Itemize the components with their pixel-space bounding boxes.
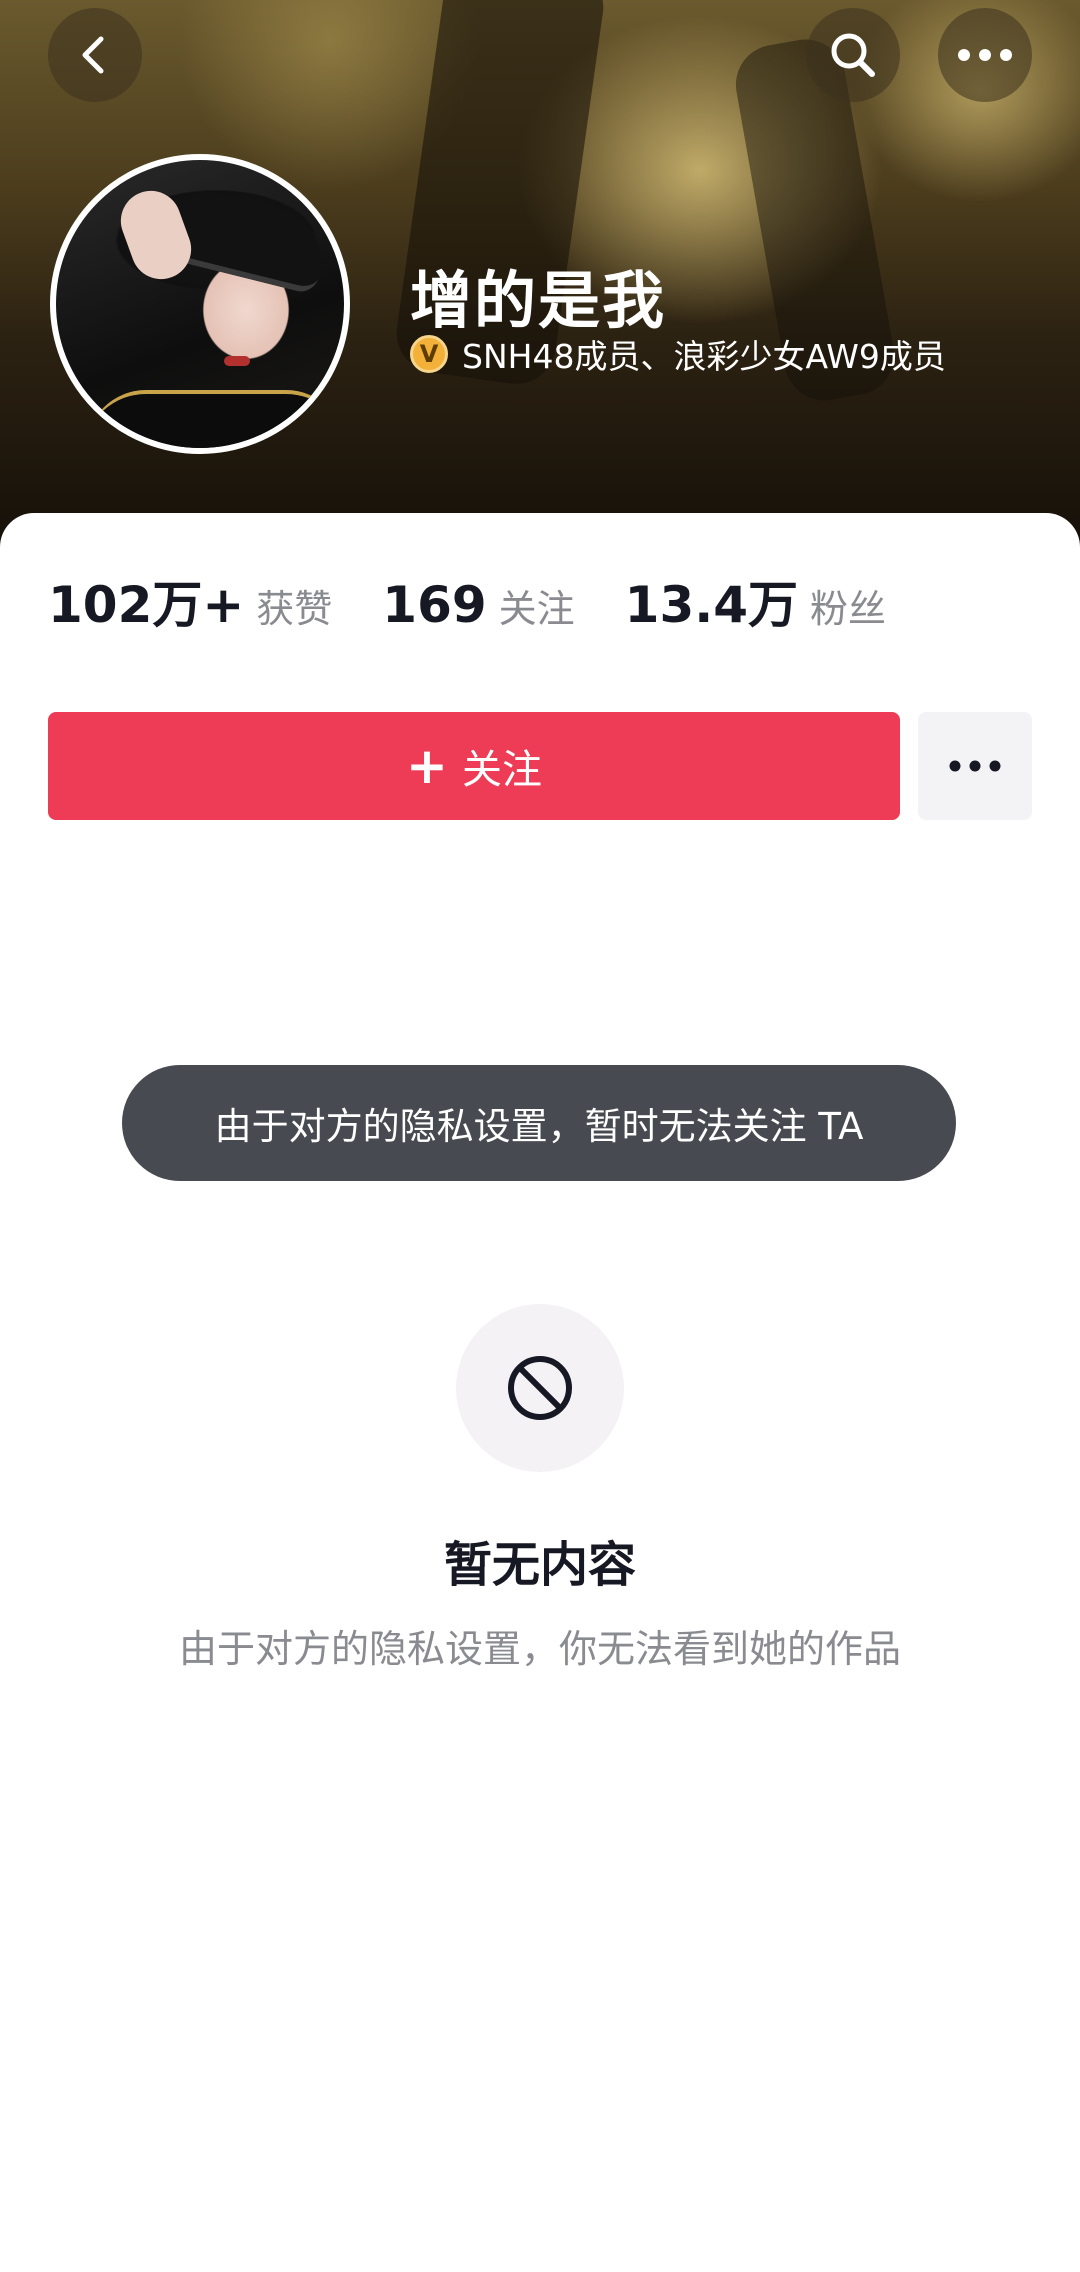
stat-label: 粉丝 — [810, 587, 887, 631]
stat-following[interactable]: 169 关注 — [382, 576, 574, 634]
more-horizontal-icon — [958, 49, 1012, 61]
empty-state-title: 暂无内容 — [443, 1537, 636, 1593]
plus-icon: + — [406, 737, 448, 795]
stat-label: 关注 — [498, 587, 575, 631]
avatar[interactable] — [50, 154, 350, 454]
more-horizontal-icon — [949, 760, 1001, 772]
avatar-detail — [224, 356, 250, 366]
search-icon — [831, 33, 875, 77]
prohibited-icon — [508, 1356, 572, 1420]
back-button[interactable] — [48, 8, 142, 102]
privacy-toast: 由于对方的隐私设置，暂时无法关注 TA — [122, 1065, 956, 1181]
avatar-detail — [86, 390, 344, 448]
search-button[interactable] — [806, 8, 900, 102]
follow-button[interactable]: + 关注 — [48, 712, 900, 820]
more-options-button[interactable] — [938, 8, 1032, 102]
follow-button-label: 关注 — [461, 747, 542, 793]
empty-state-icon-container — [456, 1304, 624, 1472]
stat-value: 102万+ — [48, 576, 245, 634]
stat-value: 13.4万 — [624, 576, 799, 634]
stat-followers[interactable]: 13.4万 粉丝 — [625, 565, 886, 637]
profile-name: 增的是我 — [410, 264, 667, 337]
stat-value: 169 — [382, 576, 487, 634]
more-actions-button[interactable] — [918, 712, 1032, 820]
stat-label: 获赞 — [256, 587, 333, 631]
chevron-left-icon — [82, 36, 104, 74]
stats-row: 102万+ 获赞 169 关注 13.4万 粉丝 — [48, 565, 936, 635]
verified-badge-icon: V — [410, 335, 448, 373]
verification-text: SNH48成员、浪彩少女AW9成员 — [462, 337, 946, 376]
verification-row: V SNH48成员、浪彩少女AW9成员 — [410, 332, 946, 376]
stat-likes: 102万+ 获赞 — [48, 565, 332, 637]
empty-state-subtitle: 由于对方的隐私设置，你无法看到她的作品 — [178, 1627, 901, 1671]
